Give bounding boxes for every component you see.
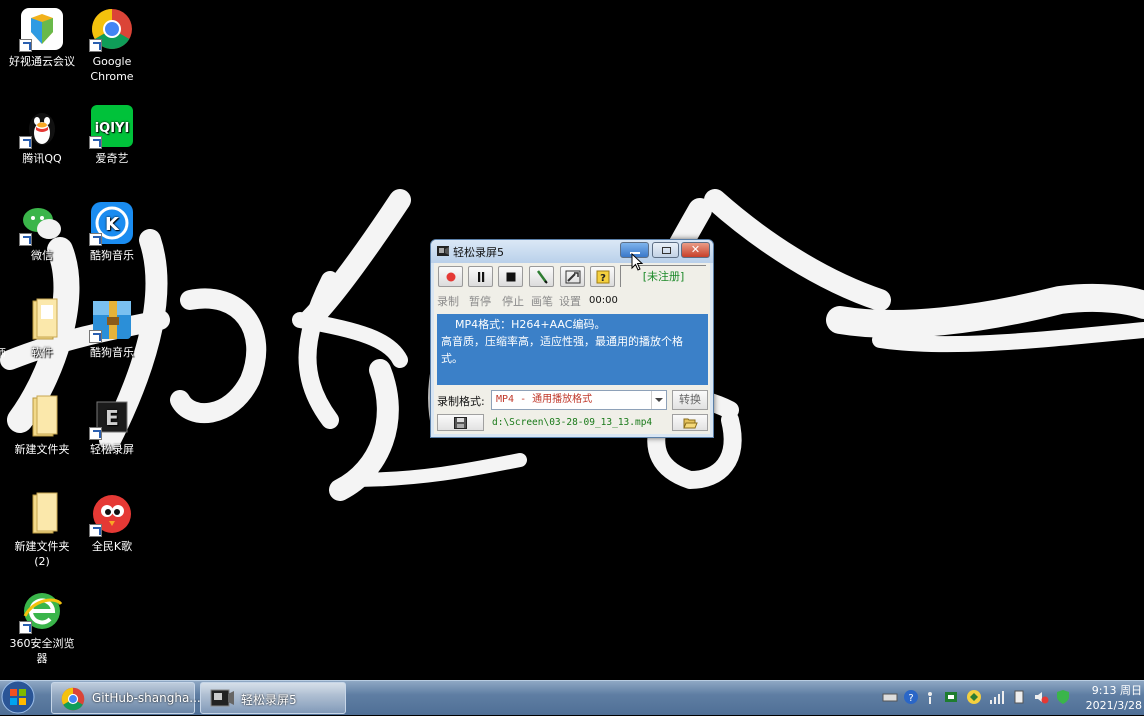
- desktop-icon-fsmeeting[interactable]: 好视通云会议: [7, 6, 77, 69]
- app-icon: [437, 246, 449, 256]
- taskbar-item-label: GitHub-shangha...: [92, 691, 201, 705]
- settings-icon: [565, 270, 581, 284]
- usb-device-icon[interactable]: [1011, 689, 1027, 705]
- desktop-icon-iqiyi[interactable]: iQIYI 爱奇艺: [77, 103, 147, 166]
- convert-button[interactable]: 转换: [672, 390, 708, 410]
- save-path-field[interactable]: d:\Screen\03-28-09_13_13.mp4: [490, 414, 669, 431]
- pause-label: 暂停: [469, 295, 491, 308]
- taskbar-item-screen-recorder[interactable]: 轻松录屏5: [200, 682, 346, 714]
- format-info-line2: 高音质，压缩率高，适应性强，最通用的播放个格式。: [441, 335, 683, 365]
- chrome-icon: [61, 687, 85, 711]
- recorder-window[interactable]: 轻松录屏5 ? [未注册] 录制 暂停 停止 画笔 设置 00:00 MP: [430, 239, 714, 438]
- desktop-icon-label: 新建文件夹 (2): [14, 540, 70, 568]
- taskbar-item-chrome[interactable]: GitHub-shangha...: [51, 682, 201, 714]
- open-folder-button[interactable]: [672, 414, 708, 431]
- format-select-value: MP4 - 通用播放格式: [496, 394, 593, 405]
- window-title: 轻松录屏5: [453, 246, 504, 259]
- record-icon: [446, 272, 456, 282]
- security-shield-icon[interactable]: [966, 689, 982, 705]
- signal-bars-icon[interactable]: [989, 689, 1005, 705]
- taskbar-item-label: 轻松录屏5: [241, 693, 297, 707]
- pen-icon: [536, 270, 548, 284]
- svg-text:?: ?: [600, 273, 606, 284]
- folder-icon: [32, 492, 58, 534]
- desktop-icon-label: 酷狗音乐: [90, 249, 134, 262]
- desktop-icon-label: 360安全浏览 器: [9, 637, 75, 665]
- clock-date: 2021/3/28: [1085, 699, 1142, 712]
- pen-button[interactable]: [529, 266, 554, 287]
- edge-text-fragment: 师: [0, 347, 6, 360]
- floppy-disk-icon: [454, 417, 467, 429]
- svg-text:K: K: [105, 214, 120, 235]
- start-button-windows-orb-icon[interactable]: [0, 678, 40, 716]
- title-bar[interactable]: 轻松录屏5: [431, 240, 713, 263]
- help-button[interactable]: ?: [590, 266, 615, 287]
- taskbar-clock[interactable]: 9:13 周日 2021/3/28: [1080, 683, 1142, 713]
- desktop-icon-label: 新建文件夹: [14, 443, 70, 456]
- chevron-down-icon[interactable]: [651, 391, 666, 409]
- record-label: 录制: [437, 295, 459, 308]
- desktop-icon-kge[interactable]: 全民K歌: [77, 491, 147, 554]
- record-button[interactable]: [438, 266, 463, 287]
- mouse-cursor-icon: [631, 253, 644, 271]
- svg-text:iQIYI: iQIYI: [95, 121, 130, 136]
- desktop-icon-wechat[interactable]: 微信: [7, 200, 77, 263]
- desktop-icon-kugou[interactable]: K 酷狗音乐: [77, 200, 147, 263]
- stop-button[interactable]: [498, 266, 523, 287]
- network-adapter-icon[interactable]: [944, 689, 960, 705]
- format-info-line1: MP4格式：H264+AAC编码。: [455, 318, 606, 331]
- folder-icon: [32, 395, 58, 437]
- volume-muted-icon[interactable]: [1033, 689, 1049, 705]
- desktop-icon-label: 爱奇艺: [95, 152, 129, 165]
- help-icon: ?: [596, 270, 610, 284]
- help-circle-icon[interactable]: ?: [903, 689, 919, 705]
- settings-label: 设置: [559, 295, 581, 308]
- settings-small-icon[interactable]: [922, 689, 938, 705]
- svg-text:E: E: [105, 406, 119, 430]
- save-location-button[interactable]: [437, 414, 484, 431]
- desktop-icon-label: 轻松录屏: [90, 443, 134, 456]
- record-timer: 00:00: [589, 295, 618, 306]
- desktop-icon-label: 酷狗音乐: [90, 346, 134, 359]
- desktop-icon-winrar[interactable]: 酷狗音乐: [77, 297, 147, 360]
- desktop-icon-new-folder[interactable]: 新建文件夹: [7, 394, 77, 457]
- pause-button[interactable]: [468, 266, 493, 287]
- settings-button[interactable]: [560, 266, 585, 287]
- desktop-icon-label: Google Chrome: [90, 55, 134, 83]
- desktop-icon-label: 好视通云会议: [9, 55, 75, 68]
- pen-label: 画笔: [531, 295, 553, 308]
- desktop-icon-software-folder[interactable]: 软件: [7, 297, 77, 360]
- folder-icon: [32, 298, 58, 340]
- window-client: ? [未注册] 录制 暂停 停止 画笔 设置 00:00 MP4格式：H264+…: [434, 263, 710, 434]
- screen-recorder-icon: [210, 689, 234, 707]
- desktop-icon-label: 微信: [31, 249, 53, 262]
- 360-shield-icon[interactable]: [1055, 689, 1071, 705]
- taskbar: GitHub-shangha... 轻松录屏5 ? 9:13 周日 2021/3…: [0, 680, 1144, 715]
- pause-icon: [478, 272, 485, 282]
- format-select[interactable]: MP4 - 通用播放格式: [491, 390, 667, 410]
- maximize-button[interactable]: [652, 242, 679, 258]
- desktop-icon-label: 腾讯QQ: [22, 152, 62, 165]
- stop-icon: [506, 272, 516, 282]
- format-label: 录制格式:: [437, 395, 485, 408]
- desktop-icon-qq[interactable]: 腾讯QQ: [7, 103, 77, 166]
- clock-time: 9:13 周日: [1091, 684, 1142, 697]
- desktop-icon-screen-recorder[interactable]: E 轻松录屏: [77, 394, 147, 457]
- desktop-icon-chrome[interactable]: Google Chrome: [77, 6, 147, 84]
- desktop-icon-new-folder-2[interactable]: 新建文件夹 (2): [7, 491, 77, 569]
- svg-text:?: ?: [908, 693, 913, 704]
- desktop-icon-360-browser[interactable]: 360安全浏览 器: [7, 588, 77, 666]
- close-button[interactable]: [681, 242, 710, 258]
- format-info-panel: MP4格式：H264+AAC编码。 高音质，压缩率高，适应性强，最通用的播放个格…: [437, 314, 708, 385]
- desktop-icon-label: 软件: [31, 346, 53, 359]
- stop-label: 停止: [502, 295, 524, 308]
- open-folder-icon: [683, 418, 698, 429]
- desktop-icon-label: 全民K歌: [91, 540, 133, 553]
- keyboard-icon[interactable]: [882, 689, 898, 705]
